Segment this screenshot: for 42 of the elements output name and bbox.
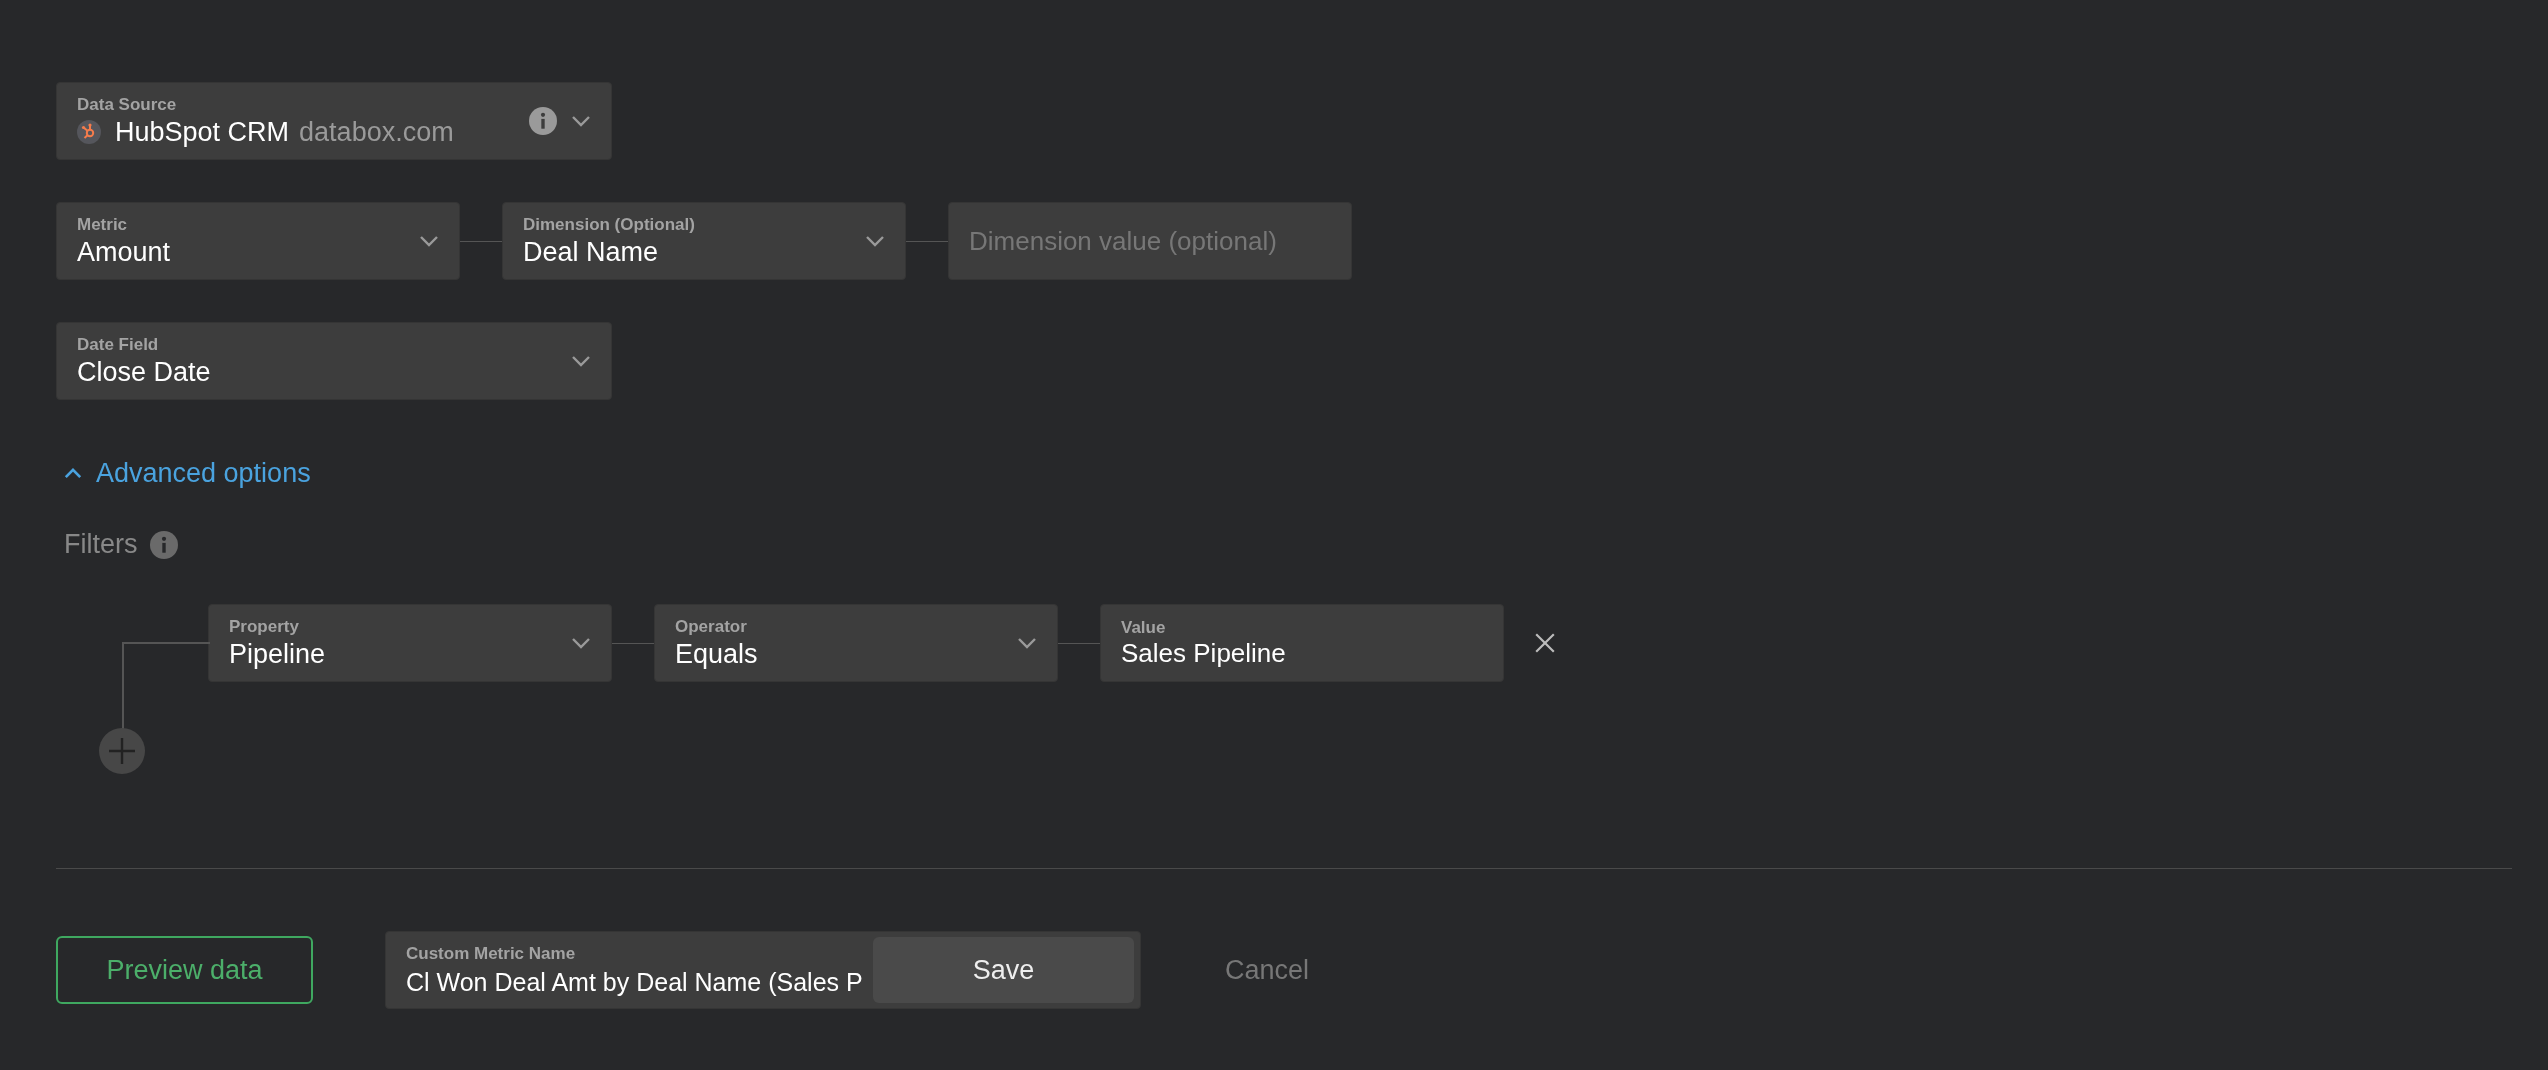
text-field[interactable]: Value Sales Pipeline (1100, 604, 1504, 682)
field-label: Data Source (77, 94, 178, 115)
chevron-down-icon (865, 235, 885, 247)
field-label: Value (1121, 617, 1167, 638)
chevron-down-icon (571, 355, 591, 367)
chevron-down-icon (1017, 637, 1037, 649)
dropdown-value: Amount (77, 236, 172, 268)
dropdown[interactable]: Dimension (Optional) Deal Name (502, 202, 906, 280)
dropdown-value: Pipeline (229, 638, 327, 670)
chevron-icon (64, 468, 82, 479)
dropdown[interactable]: Operator Equals (654, 604, 1058, 682)
field-label: Metric (77, 214, 129, 235)
advanced-options-toggle[interactable]: Advanced options (56, 458, 311, 489)
dropdown-value: Equals (675, 638, 759, 670)
custom-metric-name-field[interactable]: Custom Metric Name Cl Won Deal Amt by Deal Name (Sales P Save (385, 931, 1141, 1009)
info-icon[interactable] (529, 107, 557, 135)
text-field[interactable]: Dimension value (optional) (948, 202, 1352, 280)
save-button[interactable]: Save (873, 937, 1134, 1003)
account-name: databox.com (299, 116, 454, 148)
text-input[interactable]: Cl Won Deal Amt by Deal Name (Sales P (406, 967, 873, 997)
field-label: Date Field (77, 334, 160, 355)
data-source-dropdown[interactable]: Data Source HubSpot CRM databox.com (56, 82, 612, 160)
field-label: Custom Metric Name (406, 943, 577, 964)
preview-data-button[interactable]: Preview data (56, 936, 313, 1004)
field-label: Dimension (Optional) (523, 214, 696, 235)
info-icon[interactable] (149, 530, 178, 559)
dropdown[interactable]: Property Pipeline (208, 604, 612, 682)
dropdown-value: Deal Name (523, 236, 660, 268)
date-field-dropdown[interactable]: Date Field Close Date (56, 322, 612, 400)
chevron-down-icon (571, 637, 591, 649)
dropdown-value: HubSpot CRM (115, 116, 290, 148)
close-icon[interactable] (1534, 632, 1556, 654)
text-input[interactable]: Sales Pipeline (1121, 637, 1483, 669)
logo-icon (77, 120, 101, 144)
dropdown[interactable]: Metric Amount (56, 202, 460, 280)
text-input[interactable]: Dimension value (optional) (969, 225, 1331, 257)
dropdown-value: Close Date (77, 356, 212, 388)
field-label: Property (229, 616, 300, 637)
chevron-down-icon (571, 115, 591, 127)
field-label: Operator (675, 616, 748, 637)
chevron-down-icon (419, 235, 439, 247)
filters-heading: Filters (64, 529, 138, 560)
